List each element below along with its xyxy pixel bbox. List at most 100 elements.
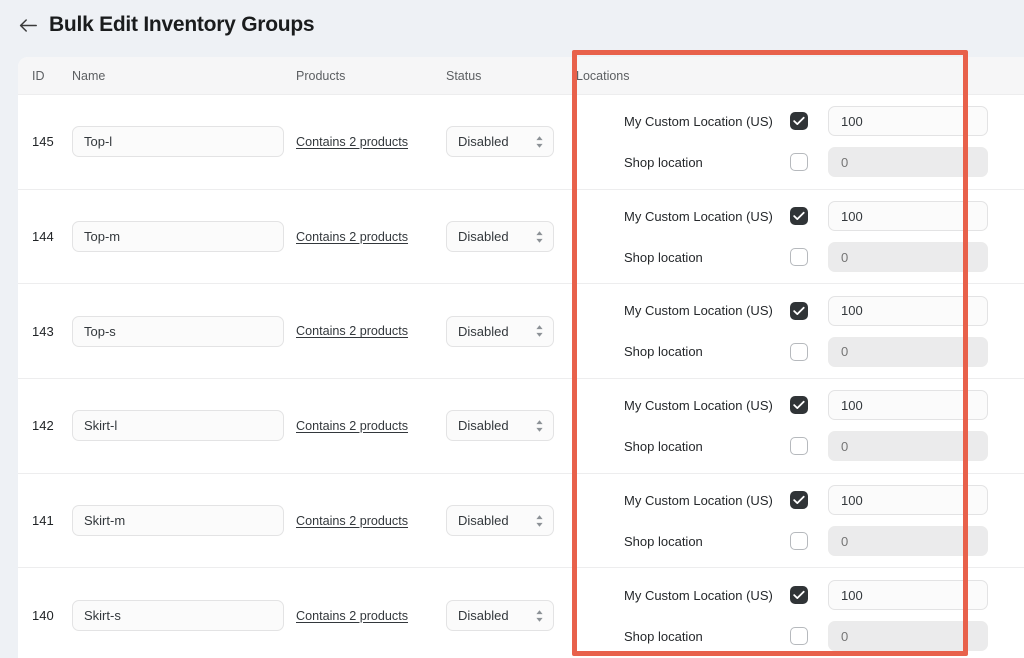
location-checkbox-wrapper bbox=[790, 532, 828, 551]
checkbox-checked-icon[interactable] bbox=[790, 301, 808, 320]
checkbox-unchecked-icon[interactable] bbox=[790, 437, 808, 456]
chevron-up-down-icon bbox=[534, 513, 545, 529]
status-select[interactable]: Disabled bbox=[446, 315, 554, 347]
arrow-left-icon[interactable] bbox=[18, 15, 38, 35]
group-name-input[interactable] bbox=[72, 221, 284, 253]
status-select[interactable]: Disabled bbox=[446, 221, 554, 253]
row-id: 143 bbox=[32, 323, 54, 339]
row-id: 142 bbox=[32, 418, 54, 434]
status-select-value: Disabled bbox=[458, 608, 509, 624]
location-quantity-input[interactable] bbox=[828, 106, 988, 137]
location-checkbox-wrapper bbox=[790, 248, 828, 267]
checkbox-checked-icon[interactable] bbox=[790, 396, 808, 415]
location-quantity-input bbox=[828, 621, 988, 652]
column-header-status: Status bbox=[446, 68, 482, 83]
location-checkbox-wrapper bbox=[790, 342, 828, 361]
status-select[interactable]: Disabled bbox=[446, 505, 554, 537]
checkbox-checked-icon[interactable] bbox=[790, 586, 808, 605]
location-label: My Custom Location (US) bbox=[624, 303, 773, 319]
status-cell: Disabled bbox=[446, 190, 568, 284]
contains-products-link[interactable]: Contains 2 products bbox=[296, 609, 408, 623]
status-select[interactable]: Disabled bbox=[446, 600, 554, 632]
checkbox-unchecked-icon[interactable] bbox=[790, 627, 808, 646]
table-row: 141 Contains 2 products Disabled My Custom … bbox=[18, 473, 1024, 569]
location-row: Shop location bbox=[624, 526, 988, 557]
chevron-up-down-icon bbox=[534, 418, 545, 434]
row-id: 144 bbox=[32, 229, 54, 245]
location-label: My Custom Location (US) bbox=[624, 113, 773, 129]
table-header-row: ID Name Products Status Locations bbox=[18, 57, 1024, 95]
contains-products-link[interactable]: Contains 2 products bbox=[296, 135, 408, 149]
location-row: My Custom Location (US) bbox=[624, 390, 988, 421]
status-select[interactable]: Disabled bbox=[446, 126, 554, 158]
table-row: 144 Contains 2 products Disabled My Custom … bbox=[18, 189, 1024, 285]
table-row: 145 Contains 2 products Disabled My Custom … bbox=[18, 95, 1024, 190]
locations-cell: My Custom Location (US) Shop location bbox=[568, 190, 1024, 284]
location-label: Shop location bbox=[624, 154, 703, 170]
checkbox-unchecked-icon[interactable] bbox=[790, 153, 808, 172]
location-label: My Custom Location (US) bbox=[624, 492, 773, 508]
status-select-value: Disabled bbox=[458, 229, 509, 245]
location-row: Shop location bbox=[624, 242, 988, 273]
group-name-input[interactable] bbox=[72, 505, 284, 537]
location-quantity-input[interactable] bbox=[828, 580, 988, 611]
location-checkbox-wrapper bbox=[790, 112, 828, 131]
group-name-input[interactable] bbox=[72, 315, 284, 347]
chevron-up-down-icon bbox=[534, 134, 545, 150]
column-header-name: Name bbox=[72, 68, 106, 83]
location-quantity-input bbox=[828, 526, 988, 557]
status-cell: Disabled bbox=[446, 95, 568, 189]
name-cell bbox=[72, 568, 296, 658]
products-cell: Contains 2 products bbox=[296, 379, 446, 473]
name-cell bbox=[72, 379, 296, 473]
checkbox-checked-icon[interactable] bbox=[790, 207, 808, 226]
location-label: My Custom Location (US) bbox=[624, 208, 773, 224]
group-name-input[interactable] bbox=[72, 600, 284, 632]
group-name-input[interactable] bbox=[72, 410, 284, 442]
chevron-up-down-icon bbox=[534, 229, 545, 245]
location-quantity-input bbox=[828, 336, 988, 367]
location-label: My Custom Location (US) bbox=[624, 397, 773, 413]
location-quantity-input bbox=[828, 147, 988, 178]
location-checkbox-wrapper bbox=[790, 301, 828, 320]
location-checkbox-wrapper bbox=[790, 153, 828, 172]
table-body: 145 Contains 2 products Disabled My Custom … bbox=[18, 95, 1024, 658]
group-name-input[interactable] bbox=[72, 126, 284, 158]
products-cell: Contains 2 products bbox=[296, 474, 446, 568]
location-checkbox-wrapper bbox=[790, 396, 828, 415]
status-select[interactable]: Disabled bbox=[446, 410, 554, 442]
location-quantity-input[interactable] bbox=[828, 201, 988, 232]
location-quantity-input[interactable] bbox=[828, 390, 988, 421]
contains-products-link[interactable]: Contains 2 products bbox=[296, 324, 408, 338]
chevron-up-down-icon bbox=[534, 608, 545, 624]
location-row: My Custom Location (US) bbox=[624, 106, 988, 137]
bulk-edit-inventory-groups-page: Bulk Edit Inventory Groups ID Name Produ… bbox=[0, 0, 1024, 658]
locations-cell: My Custom Location (US) Shop location bbox=[568, 568, 1024, 658]
locations-cell: My Custom Location (US) Shop location bbox=[568, 284, 1024, 378]
checkbox-unchecked-icon[interactable] bbox=[790, 342, 808, 361]
checkbox-unchecked-icon[interactable] bbox=[790, 532, 808, 551]
location-checkbox-wrapper bbox=[790, 491, 828, 510]
checkbox-checked-icon[interactable] bbox=[790, 491, 808, 510]
checkbox-checked-icon[interactable] bbox=[790, 112, 808, 131]
location-label: Shop location bbox=[624, 249, 703, 265]
location-quantity-input bbox=[828, 242, 988, 273]
row-id: 145 bbox=[32, 134, 54, 150]
status-select-value: Disabled bbox=[458, 513, 509, 529]
location-row: My Custom Location (US) bbox=[624, 295, 988, 326]
location-quantity-input bbox=[828, 431, 988, 462]
contains-products-link[interactable]: Contains 2 products bbox=[296, 230, 408, 244]
location-row: My Custom Location (US) bbox=[624, 485, 988, 516]
contains-products-link[interactable]: Contains 2 products bbox=[296, 419, 408, 433]
contains-products-link[interactable]: Contains 2 products bbox=[296, 514, 408, 528]
locations-cell: My Custom Location (US) Shop location bbox=[568, 379, 1024, 473]
location-quantity-input[interactable] bbox=[828, 295, 988, 326]
location-checkbox-wrapper bbox=[790, 627, 828, 646]
checkbox-unchecked-icon[interactable] bbox=[790, 248, 808, 267]
name-cell bbox=[72, 95, 296, 189]
location-quantity-input[interactable] bbox=[828, 485, 988, 516]
status-cell: Disabled bbox=[446, 474, 568, 568]
name-cell bbox=[72, 284, 296, 378]
column-header-locations: Locations bbox=[576, 68, 630, 83]
location-row: My Custom Location (US) bbox=[624, 580, 988, 611]
